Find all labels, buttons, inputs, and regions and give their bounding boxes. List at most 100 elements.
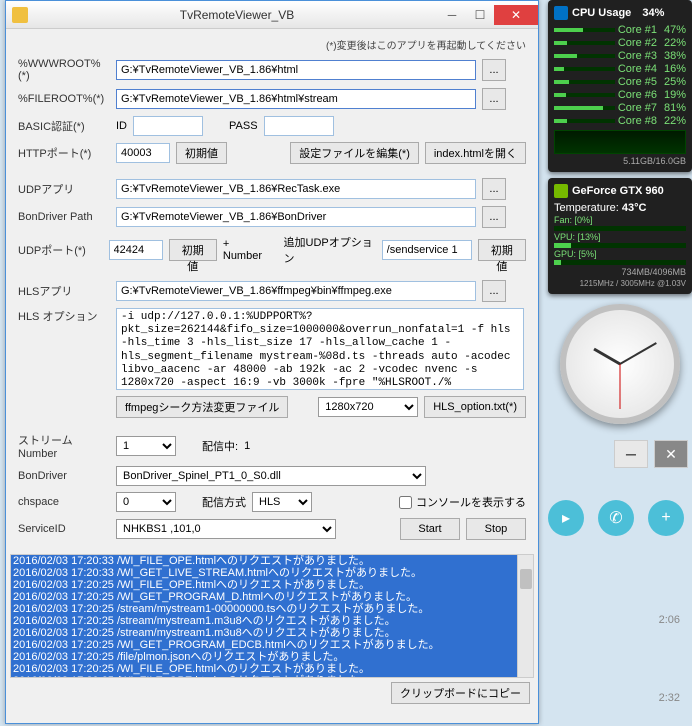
fileroot-input[interactable] [116, 89, 476, 109]
streaming-count: 1 [244, 440, 250, 452]
console-checkbox[interactable] [399, 496, 412, 509]
pass-label: PASS [229, 120, 258, 132]
log-line: 2016/02/03 17:20:33 /WI_FILE_OPE.htmlへのリ… [11, 555, 533, 567]
console-checkbox-label[interactable]: コンソールを表示する [399, 494, 526, 510]
log-line: 2016/02/03 17:20:25 /stream/mystream1.m3… [11, 615, 533, 627]
nvidia-icon [554, 184, 568, 198]
wwwroot-label: %WWWROOT%(*) [18, 58, 110, 82]
streaming-label: 配信中: [202, 438, 238, 454]
core-line: Core #525% [554, 76, 686, 88]
bdpath-label: BonDriver Path [18, 211, 110, 223]
hlsopt-textarea[interactable]: -i udp://127.0.0.1:%UDPPORT%?pkt_size=26… [116, 308, 524, 390]
seek-button[interactable]: ffmpegシーク方法変更ファイル [116, 396, 288, 418]
log-line: 2016/02/03 17:20:25 /WI_FILE_OPE.htmlへのリ… [11, 675, 533, 678]
hlsapp-input[interactable] [116, 281, 476, 301]
gpu-gadget: GeForce GTX 960 Temperature: 43°C Fan: [… [548, 178, 692, 294]
core-line: Core #822% [554, 115, 686, 127]
udpapp-label: UDPアプリ [18, 181, 110, 197]
timestamp-1: 2:06 [659, 614, 680, 626]
fileroot-label: %FILEROOT%(*) [18, 93, 110, 105]
scroll-thumb[interactable] [520, 569, 532, 589]
resolution-select[interactable]: 1280x720 [318, 397, 418, 417]
close-button[interactable]: ✕ [494, 5, 538, 25]
bdpath-browse-button[interactable]: ... [482, 206, 506, 228]
clipboard-button[interactable]: クリップボードにコピー [391, 682, 530, 704]
serviceid-select[interactable]: NHKBS1 ,101,0 [116, 519, 336, 539]
log-scrollbar[interactable] [517, 555, 533, 677]
bondriver-select[interactable]: BonDriver_Spinel_PT1_0_S0.dll [116, 466, 426, 486]
cpu-graph [554, 130, 686, 154]
titlebar[interactable]: TvRemoteViewer_VB ─ ☐ ✕ [6, 1, 538, 29]
streamno-select[interactable]: 1 [116, 436, 176, 456]
log-line: 2016/02/03 17:20:25 /stream/mystream1-00… [11, 603, 533, 615]
bdpath-input[interactable] [116, 207, 476, 227]
serviceid-label: ServiceID [18, 523, 110, 535]
core-line: Core #781% [554, 102, 686, 114]
wwwroot-browse-button[interactable]: ... [482, 59, 506, 81]
video-icon[interactable]: ▸ [548, 500, 584, 536]
restart-note: (*)変更後はこのアプリを再起動してください [18, 37, 526, 52]
maximize-button[interactable]: ☐ [466, 5, 494, 25]
chspace-label: chspace [18, 496, 110, 508]
app-icon [12, 7, 28, 23]
window-title: TvRemoteViewer_VB [36, 8, 438, 22]
number-label: + Number [223, 238, 268, 262]
close-icon[interactable]: ✕ [654, 440, 688, 468]
log-area[interactable]: 2016/02/03 17:20:33 /WI_FILE_OPE.htmlへのリ… [10, 554, 534, 678]
udpport-default-button[interactable]: 初期値 [169, 239, 217, 261]
udpport-input[interactable] [109, 240, 163, 260]
log-line: 2016/02/03 17:20:25 /stream/mystream1.m3… [11, 627, 533, 639]
timestamp-2: 2:32 [659, 692, 680, 704]
udpapp-input[interactable] [116, 179, 476, 199]
gadget-area: CPU Usage 34% Core #147%Core #222%Core #… [548, 0, 692, 434]
httpport-input[interactable] [116, 143, 170, 163]
core-line: Core #222% [554, 37, 686, 49]
hour-hand [593, 348, 620, 366]
charm-bar: ─ ✕ [548, 440, 688, 468]
addudp-default-button[interactable]: 初期値 [478, 239, 526, 261]
hlsapp-label: HLSアプリ [18, 283, 110, 299]
id-label: ID [116, 120, 127, 132]
second-hand [620, 364, 621, 409]
add-person-icon[interactable]: + [648, 500, 684, 536]
stop-button[interactable]: Stop [466, 518, 526, 540]
minimize-icon[interactable]: ─ [614, 440, 648, 468]
core-line: Core #416% [554, 63, 686, 75]
httpport-label: HTTPポート(*) [18, 145, 110, 161]
log-line: 2016/02/03 17:20:25 /WI_FILE_OPE.htmlへのリ… [11, 663, 533, 675]
main-window: TvRemoteViewer_VB ─ ☐ ✕ (*)変更後はこのアプリを再起動… [5, 0, 539, 724]
log-line: 2016/02/03 17:20:25 /WI_FILE_OPE.htmlへのリ… [11, 579, 533, 591]
ram-text: 5.11GB/16.0GB [554, 156, 686, 166]
log-line: 2016/02/03 17:20:25 /WI_GET_PROGRAM_D.ht… [11, 591, 533, 603]
httpport-default-button[interactable]: 初期値 [176, 142, 227, 164]
bondriver-label: BonDriver [18, 470, 110, 482]
clock-gadget [560, 304, 680, 424]
core-line: Core #619% [554, 89, 686, 101]
addudp-input[interactable] [382, 240, 472, 260]
hlsopt-label: HLS オプション [18, 308, 110, 324]
log-line: 2016/02/03 17:20:25 /file/plmon.jsonへのリク… [11, 651, 533, 663]
hlsapp-browse-button[interactable]: ... [482, 280, 506, 302]
core-line: Core #147% [554, 24, 686, 36]
call-icon[interactable]: ✆ [598, 500, 634, 536]
log-line: 2016/02/03 17:20:33 /WI_GET_LIVE_STREAM.… [11, 567, 533, 579]
minimize-button[interactable]: ─ [438, 5, 466, 25]
core-line: Core #338% [554, 50, 686, 62]
id-input[interactable] [133, 116, 203, 136]
hlsopt-file-button[interactable]: HLS_option.txt(*) [424, 396, 526, 418]
cpu-gadget: CPU Usage 34% Core #147%Core #222%Core #… [548, 0, 692, 172]
edit-config-button[interactable]: 設定ファイルを編集(*) [290, 142, 419, 164]
fileroot-browse-button[interactable]: ... [482, 88, 506, 110]
chspace-select[interactable]: 0 [116, 492, 176, 512]
minute-hand [620, 342, 657, 365]
skype-buttons: ▸ ✆ + [548, 500, 684, 536]
log-line: 2016/02/03 17:20:25 /WI_GET_PROGRAM_EDCB… [11, 639, 533, 651]
wwwroot-input[interactable] [116, 60, 476, 80]
open-index-button[interactable]: index.htmlを開く [425, 142, 526, 164]
hsmethod-label: 配信方式 [202, 494, 246, 510]
pass-input[interactable] [264, 116, 334, 136]
start-button[interactable]: Start [400, 518, 460, 540]
hsmethod-select[interactable]: HLS [252, 492, 312, 512]
streamno-label: ストリーム Number [18, 432, 110, 460]
udpapp-browse-button[interactable]: ... [482, 178, 506, 200]
